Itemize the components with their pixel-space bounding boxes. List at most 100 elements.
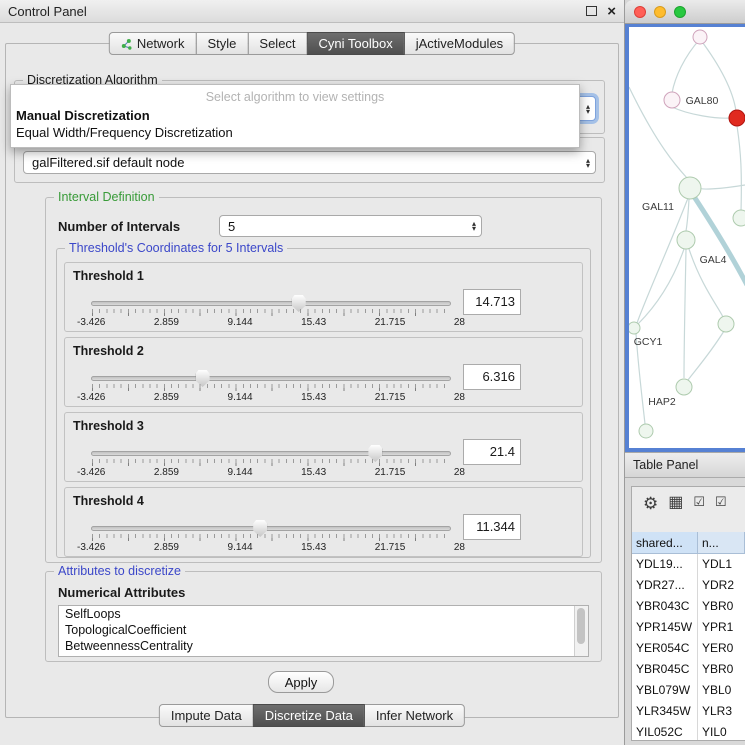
table-row[interactable]: YBR043CYBR0 xyxy=(632,596,745,617)
num-intervals-select[interactable]: 5 ▴▾ xyxy=(219,215,482,237)
stepper-icon[interactable]: ▴▾ xyxy=(586,152,590,173)
cell-shared-name[interactable]: YDR27... xyxy=(632,575,698,596)
slider-ticks xyxy=(92,459,450,466)
slider-track[interactable] xyxy=(91,301,451,306)
tick-label: 28 xyxy=(454,467,465,478)
table-row[interactable]: YDL19...YDL1 xyxy=(632,554,745,575)
tab-label: jActiveModules xyxy=(416,33,503,54)
threshold-4-value-field[interactable]: 11.344 xyxy=(463,514,521,540)
column-header-name[interactable]: n... xyxy=(698,532,745,554)
threshold-2-slider[interactable]: -3.426 2.859 9.144 15.43 21.715 28 xyxy=(91,370,451,406)
threshold-4-slider[interactable]: -3.426 2.859 9.144 15.43 21.715 28 xyxy=(91,520,451,556)
column-header-shared-name[interactable]: shared... xyxy=(632,532,698,554)
settings-gear-icon[interactable]: ⚙ xyxy=(643,495,658,512)
float-window-icon[interactable] xyxy=(586,6,597,16)
cell-name[interactable]: YPR1 xyxy=(698,617,745,638)
network-node[interactable] xyxy=(676,379,692,395)
tab-network[interactable]: Network xyxy=(109,32,197,55)
zoom-traffic-light[interactable] xyxy=(674,6,686,18)
stepper-icon[interactable]: ▴▾ xyxy=(586,97,590,120)
tick-label: 28 xyxy=(454,542,465,553)
cell-name[interactable]: YER0 xyxy=(698,638,745,659)
cell-name[interactable]: YBR0 xyxy=(698,596,745,617)
minimize-traffic-light[interactable] xyxy=(654,6,666,18)
cell-name[interactable]: YDR2 xyxy=(698,575,745,596)
tab-select[interactable]: Select xyxy=(247,32,307,55)
cell-shared-name[interactable]: YPR145W xyxy=(632,617,698,638)
cell-shared-name[interactable]: YER054C xyxy=(632,638,698,659)
tick-label: 9.144 xyxy=(228,317,253,328)
network-node[interactable] xyxy=(693,30,707,44)
cell-name[interactable]: YDL1 xyxy=(698,554,745,575)
table-row[interactable]: YDR27...YDR2 xyxy=(632,575,745,596)
dropdown-option-manual-discretization[interactable]: Manual Discretization xyxy=(11,107,579,124)
close-traffic-light[interactable] xyxy=(634,6,646,18)
table-row[interactable]: YLR345WYLR3 xyxy=(632,701,745,722)
threshold-1-box: Threshold 1 -3.426 2.859 9.144 15.43 21.… xyxy=(64,262,583,332)
table-data-select[interactable]: galFiltered.sif default node ▴▾ xyxy=(23,151,596,174)
tick-label: 9.144 xyxy=(228,392,253,403)
list-item[interactable]: TopologicalCoefficient xyxy=(59,622,588,638)
tick-label: -3.426 xyxy=(77,467,105,478)
cell-name[interactable]: YIL0 xyxy=(698,722,745,741)
table-row[interactable]: YBL079WYBL0 xyxy=(632,680,745,701)
slider-track[interactable] xyxy=(91,526,451,531)
threshold-3-box: Threshold 3 -3.426 2.859 9.144 15.43 21.… xyxy=(64,412,583,482)
list-item[interactable]: BetweennessCentrality xyxy=(59,638,588,654)
cell-name[interactable]: YBR0 xyxy=(698,659,745,680)
table-row[interactable]: YIL052CYIL0 xyxy=(632,722,745,741)
network-view[interactable]: GAL80 GAL11 GAL4 GCY1 HAP2 xyxy=(625,24,745,452)
cell-shared-name[interactable]: YLR345W xyxy=(632,701,698,722)
table-row[interactable]: YBR045CYBR0 xyxy=(632,659,745,680)
table-row[interactable]: YER054CYER0 xyxy=(632,638,745,659)
network-node[interactable] xyxy=(733,210,745,226)
network-node[interactable] xyxy=(677,231,695,249)
network-node[interactable] xyxy=(718,316,734,332)
network-node[interactable] xyxy=(664,92,680,108)
network-node[interactable] xyxy=(679,177,701,199)
columns-icon[interactable]: ▦ xyxy=(668,495,683,511)
list-item[interactable]: SelfLoops xyxy=(59,606,588,622)
tab-infer-network[interactable]: Infer Network xyxy=(364,704,465,727)
cell-shared-name[interactable]: YBL079W xyxy=(632,680,698,701)
tab-cyni-toolbox[interactable]: Cyni Toolbox xyxy=(307,32,405,55)
close-icon[interactable]: × xyxy=(607,4,616,19)
list-scrollbar[interactable] xyxy=(574,606,588,656)
cell-shared-name[interactable]: YDL19... xyxy=(632,554,698,575)
network-window-titlebar[interactable] xyxy=(625,0,745,24)
select-none-icon[interactable]: ☑ xyxy=(715,495,727,508)
threshold-1-slider[interactable]: -3.426 2.859 9.144 15.43 21.715 28 xyxy=(91,295,451,331)
network-node[interactable] xyxy=(629,322,640,334)
threshold-1-value-field[interactable]: 14.713 xyxy=(463,289,521,315)
network-canvas[interactable]: GAL80 GAL11 GAL4 GCY1 HAP2 xyxy=(629,27,745,448)
tick-label: 9.144 xyxy=(228,542,253,553)
slider-track[interactable] xyxy=(91,376,451,381)
network-node-selected[interactable] xyxy=(729,110,745,126)
tab-jactivemodules[interactable]: jActiveModules xyxy=(404,32,515,55)
scrollbar-thumb[interactable] xyxy=(577,608,585,644)
tick-label: 21.715 xyxy=(375,392,406,403)
cell-shared-name[interactable]: YIL052C xyxy=(632,722,698,741)
cell-shared-name[interactable]: YBR045C xyxy=(632,659,698,680)
cell-name[interactable]: YBL0 xyxy=(698,680,745,701)
tick-label: 2.859 xyxy=(154,542,179,553)
tab-discretize-data[interactable]: Discretize Data xyxy=(253,704,365,727)
threshold-3-slider[interactable]: -3.426 2.859 9.144 15.43 21.715 28 xyxy=(91,445,451,481)
threshold-2-value-field[interactable]: 6.316 xyxy=(463,364,521,390)
threshold-label: Threshold 4 xyxy=(73,494,144,508)
threshold-3-value-field[interactable]: 21.4 xyxy=(463,439,521,465)
apply-button[interactable]: Apply xyxy=(268,671,334,693)
slider-ticks xyxy=(92,534,450,541)
stepper-icon[interactable]: ▴▾ xyxy=(472,216,476,236)
slider-track[interactable] xyxy=(91,451,451,456)
tab-impute-data[interactable]: Impute Data xyxy=(159,704,254,727)
dropdown-option-equal-width-frequency[interactable]: Equal Width/Frequency Discretization xyxy=(11,124,579,141)
node-label: GAL11 xyxy=(642,201,674,213)
cell-name[interactable]: YLR3 xyxy=(698,701,745,722)
cell-shared-name[interactable]: YBR043C xyxy=(632,596,698,617)
tab-style[interactable]: Style xyxy=(196,32,249,55)
table-row[interactable]: YPR145WYPR1 xyxy=(632,617,745,638)
select-all-icon[interactable]: ☑ xyxy=(693,495,705,508)
network-node[interactable] xyxy=(639,424,653,438)
table-toolbar: ⚙ ▦ ☑ ☑ xyxy=(632,487,745,532)
